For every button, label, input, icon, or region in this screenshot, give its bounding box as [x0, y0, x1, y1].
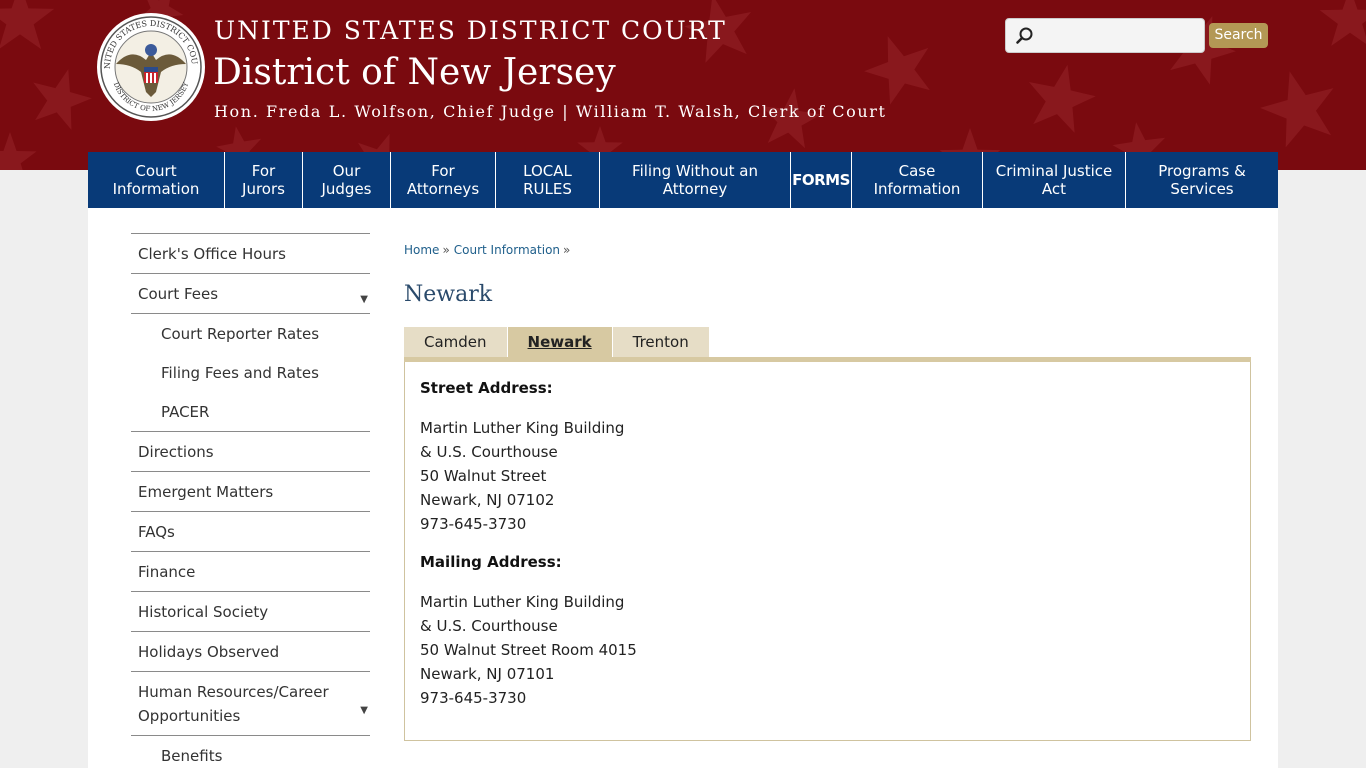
address-line: 50 Walnut Street: [420, 467, 547, 485]
sidebar-item-label: Clerk's Office Hours: [138, 245, 286, 263]
nav-label: Services: [1170, 180, 1234, 198]
header-banner: UNITED STATES DISTRICT COURT DISTRICT OF…: [0, 0, 1366, 170]
sidebar-item-label: Holidays Observed: [138, 643, 280, 661]
sidebar-item-emergent-matters[interactable]: Emergent Matters: [131, 471, 370, 511]
sidebar-item-holidays-observed[interactable]: Holidays Observed: [131, 631, 370, 671]
sidebar-item-directions[interactable]: Directions: [131, 431, 370, 471]
nav-label: Act: [1041, 180, 1067, 198]
sidebar-item-label: Benefits: [161, 747, 223, 765]
judge-clerk-line: Hon. Freda L. Wolfson, Chief Judge | Wil…: [214, 102, 887, 121]
nav-label: RULES: [523, 180, 572, 198]
sidebar-item-label: Human Resources/Career Opportunities: [138, 683, 329, 725]
address-line: Martin Luther King Building: [420, 593, 625, 611]
phone-number: 973-645-3730: [420, 515, 527, 533]
search-box[interactable]: [1005, 18, 1205, 53]
sidebar-item-label: Finance: [138, 563, 196, 581]
court-name[interactable]: UNITED STATES DISTRICT COURT: [214, 16, 727, 45]
sidebar-item-clerks-office-hours[interactable]: Clerk's Office Hours: [131, 233, 370, 273]
sidebar-item-label: Court Fees: [138, 285, 219, 303]
sidebar-item-label: Historical Society: [138, 603, 269, 621]
nav-label: Filing Without an: [632, 162, 758, 180]
sidebar-item-pacer[interactable]: PACER: [131, 392, 370, 431]
court-seal-logo: UNITED STATES DISTRICT COURT DISTRICT OF…: [96, 12, 205, 121]
nav-for-jurors[interactable]: For Jurors: [225, 152, 303, 208]
nav-our-judges[interactable]: Our Judges: [303, 152, 391, 208]
address-line: & U.S. Courthouse: [420, 443, 558, 461]
breadcrumb-separator: »: [563, 243, 571, 257]
tab-trenton[interactable]: Trenton: [612, 327, 709, 357]
nav-filing-without-attorney[interactable]: Filing Without an Attorney: [600, 152, 791, 208]
sidebar-item-filing-fees-and-rates[interactable]: Filing Fees and Rates: [131, 353, 370, 392]
nav-label: Attorney: [662, 180, 728, 198]
search-button[interactable]: Search: [1209, 23, 1268, 48]
main-nav: Court Information For Jurors Our Judges For…: [88, 152, 1278, 208]
nav-label: Court: [135, 162, 177, 180]
expand-arrow-icon[interactable]: ▼: [360, 288, 368, 312]
nav-label: Criminal Justice: [995, 162, 1113, 180]
sidebar-item-court-fees[interactable]: Court Fees ▼: [131, 273, 370, 313]
location-tabs: Camden Newark Trenton: [404, 327, 710, 357]
nav-court-information[interactable]: Court Information: [88, 152, 225, 208]
sidebar-item-court-reporter-rates[interactable]: Court Reporter Rates: [131, 313, 370, 353]
sidebar-item-faqs[interactable]: FAQs: [131, 511, 370, 551]
breadcrumb-court-information-link[interactable]: Court Information: [454, 243, 560, 257]
sidebar-menu: Clerk's Office Hours Court Fees ▼ Court R…: [131, 233, 370, 768]
nav-criminal-justice-act[interactable]: Criminal Justice Act: [983, 152, 1126, 208]
nav-case-information[interactable]: Case Information: [852, 152, 983, 208]
search-icon: [1016, 27, 1033, 44]
sidebar-item-benefits[interactable]: Benefits: [131, 735, 370, 768]
nav-local-rules[interactable]: LOCAL RULES: [496, 152, 600, 208]
sidebar-item-label: Filing Fees and Rates: [161, 364, 319, 382]
nav-label: Information: [112, 180, 200, 198]
tab-camden[interactable]: Camden: [404, 327, 507, 357]
nav-label: Case: [898, 162, 936, 180]
nav-label: FORMS: [792, 171, 850, 189]
page-title: Newark: [404, 282, 493, 307]
breadcrumb-home-link[interactable]: Home: [404, 243, 439, 257]
tab-newark[interactable]: Newark: [507, 327, 612, 357]
sidebar-item-label: Directions: [138, 443, 214, 461]
nav-label: Attorneys: [406, 180, 480, 198]
mailing-address: Martin Luther King Building & U.S. Court…: [420, 590, 637, 710]
nav-label: For: [431, 162, 455, 180]
address-line: Newark, NJ 07102: [420, 491, 555, 509]
nav-label: Information: [873, 180, 961, 198]
nav-label: Judges: [321, 180, 372, 198]
nav-label: LOCAL: [523, 162, 572, 180]
sidebar-item-label: Court Reporter Rates: [161, 325, 320, 343]
district-name[interactable]: District of New Jersey: [213, 52, 616, 93]
address-line: Newark, NJ 07101: [420, 665, 555, 683]
nav-programs-services[interactable]: Programs & Services: [1126, 152, 1278, 208]
address-line: & U.S. Courthouse: [420, 617, 558, 635]
nav-forms[interactable]: FORMS: [791, 152, 852, 208]
sidebar-item-finance[interactable]: Finance: [131, 551, 370, 591]
nav-label: Our: [332, 162, 361, 180]
sidebar-item-label: Emergent Matters: [138, 483, 274, 501]
street-address: Martin Luther King Building & U.S. Court…: [420, 416, 624, 536]
search-input[interactable]: [1036, 23, 1198, 49]
sidebar-item-label: PACER: [161, 403, 210, 421]
nav-label: Jurors: [242, 180, 285, 198]
breadcrumb: Home» Court Information»: [404, 243, 574, 257]
mailing-address-heading: Mailing Address:: [420, 553, 562, 571]
nav-label: Programs &: [1158, 162, 1246, 180]
street-address-heading: Street Address:: [420, 379, 553, 397]
expand-arrow-icon[interactable]: ▼: [360, 699, 368, 723]
address-line: 50 Walnut Street Room 4015: [420, 641, 637, 659]
address-line: Martin Luther King Building: [420, 419, 625, 437]
sidebar-item-human-resources[interactable]: Human Resources/Career Opportunities ▼: [131, 671, 370, 735]
sidebar-item-historical-society[interactable]: Historical Society: [131, 591, 370, 631]
nav-for-attorneys[interactable]: For Attorneys: [391, 152, 496, 208]
breadcrumb-separator: »: [442, 243, 450, 257]
nav-label: For: [251, 162, 276, 180]
sidebar-item-label: FAQs: [138, 523, 175, 541]
phone-number: 973-645-3730: [420, 689, 527, 707]
